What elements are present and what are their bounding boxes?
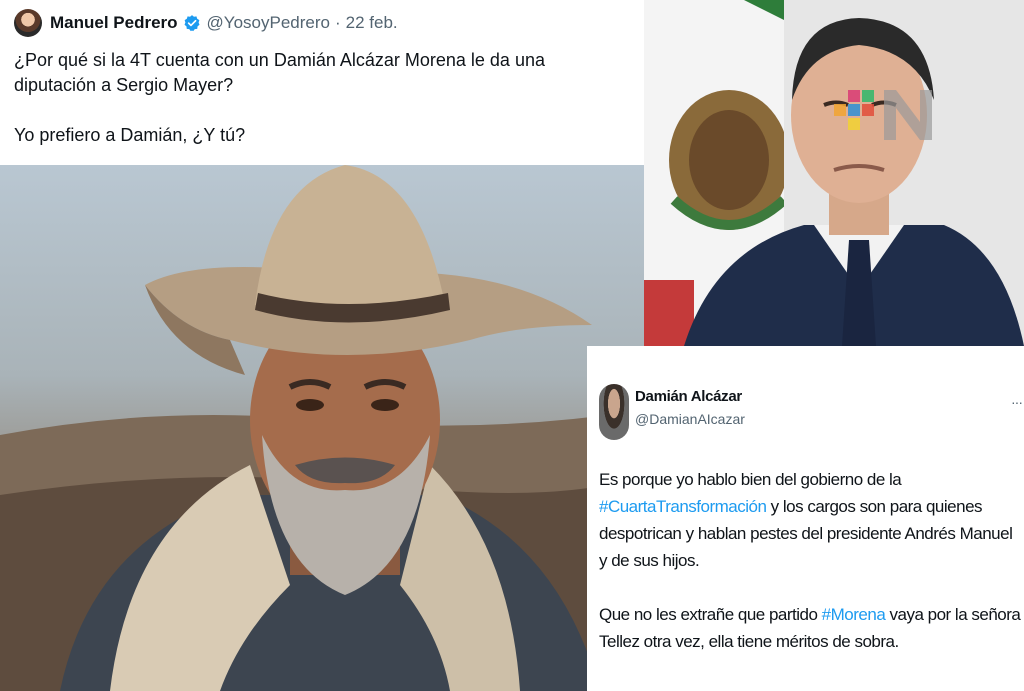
tweet-header: Manuel Pedrero @YosoyPedrero · 22 feb. xyxy=(14,8,630,38)
politician-photo xyxy=(644,0,1024,346)
more-options-icon[interactable]: ··· xyxy=(1011,394,1023,410)
tweet-paragraph-2: Que no les extrañe que partido #Morena v… xyxy=(599,601,1024,655)
text-segment: Es porque yo hablo bien del gobierno de … xyxy=(599,470,902,489)
author-handle[interactable]: @DamianAIcazar xyxy=(635,411,745,427)
cowboy-photo xyxy=(0,165,644,691)
avatar[interactable] xyxy=(14,9,42,37)
verified-badge-icon xyxy=(184,15,200,32)
tweet-text: ¿Por qué si la 4T cuenta con un Damián A… xyxy=(14,48,630,148)
author-block: Damián Alcázar @DamianAIcazar xyxy=(635,384,745,427)
tweet-card-top[interactable]: Manuel Pedrero @YosoyPedrero · 22 feb. ¿… xyxy=(0,0,644,165)
author-name[interactable]: Damián Alcázar xyxy=(635,388,745,405)
tweet-text: Es porque yo hablo bien del gobierno de … xyxy=(599,466,1024,655)
tweet-date[interactable]: 22 feb. xyxy=(346,13,398,33)
tweet-paragraph-1: Es porque yo hablo bien del gobierno de … xyxy=(599,466,1024,574)
tweet-paragraph-2: Yo prefiero a Damián, ¿Y tú? xyxy=(14,125,246,145)
news-logo-watermark xyxy=(834,88,934,142)
tweet-paragraph-1: ¿Por qué si la 4T cuenta con un Damián A… xyxy=(14,50,545,95)
hashtag-link[interactable]: #CuartaTransformación xyxy=(599,497,767,516)
avatar[interactable] xyxy=(599,384,629,440)
separator-dot: · xyxy=(334,13,341,32)
author-handle[interactable]: @YosoyPedrero xyxy=(207,13,330,33)
tweet-header: Damián Alcázar @DamianAIcazar xyxy=(599,384,1024,444)
hashtag-link[interactable]: #Morena xyxy=(822,605,886,624)
tweet-card-bottom[interactable]: Damián Alcázar @DamianAIcazar ··· Es por… xyxy=(587,346,1024,691)
author-name[interactable]: Manuel Pedrero xyxy=(50,13,178,33)
text-segment: Que no les extrañe que partido xyxy=(599,605,822,624)
